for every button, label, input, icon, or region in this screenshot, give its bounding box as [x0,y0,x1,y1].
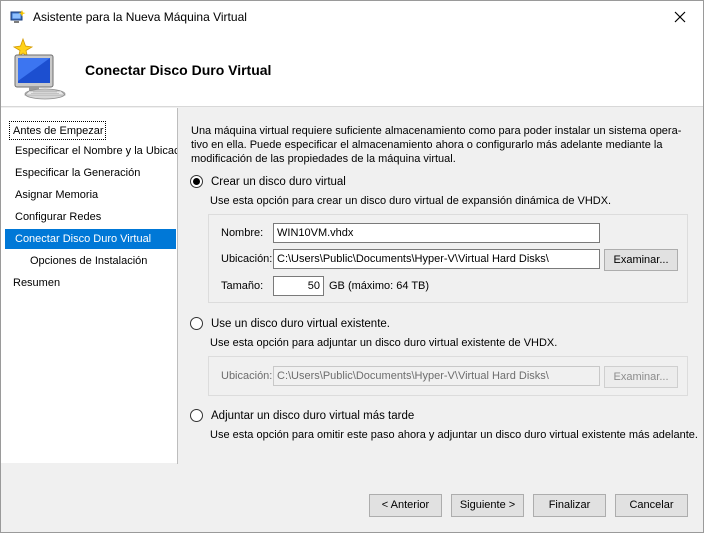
size-input[interactable]: 50 [273,276,324,296]
wizard-window: Asistente para la Nueva Máquina Virtual … [0,0,704,533]
nav-item-configurar-redes[interactable]: Configurar Redes [5,207,176,227]
nav-item-opciones-instalacion[interactable]: Opciones de Instalación [5,251,176,271]
location-input[interactable]: C:\Users\Public\Documents\Hyper-V\Virtua… [273,249,600,269]
option-create-description: Use esta opción para crear un disco duro… [210,195,612,207]
radio-existing-disk[interactable] [190,317,203,330]
nav-item-especificar-nombre[interactable]: Especificar el Nombre y la Ubicación [5,141,194,161]
option-later-label[interactable]: Adjuntar un disco duro virtual más tarde [211,410,414,422]
existing-location-label: Ubicación: [221,370,273,382]
existing-browse-button[interactable]: Examinar... [604,366,678,388]
nav-item-conectar-disco[interactable]: Conectar Disco Duro Virtual [5,229,176,249]
browse-button[interactable]: Examinar... [604,249,678,271]
location-label: Ubicación: [221,253,273,265]
option-existing-label[interactable]: Use un disco duro virtual existente. [211,318,390,330]
intro-line: tivo en ella. Puede especificar el almac… [191,139,663,151]
option-later-description: Use esta opción para omitir este paso ah… [210,429,698,441]
intro-line: Una máquina virtual requiere suficiente … [191,125,682,137]
title-bar: Asistente para la Nueva Máquina Virtual [1,1,703,32]
previous-button[interactable]: < Anterior [369,494,442,517]
finish-button[interactable]: Finalizar [533,494,606,517]
window-title: Asistente para la Nueva Máquina Virtual [33,10,247,24]
option-later-row[interactable]: Adjuntar un disco duro virtual más tarde [190,409,414,422]
intro-line: modificación de las propiedades de la má… [191,153,456,165]
option-create-row[interactable]: Crear un disco duro virtual [190,175,346,188]
existing-disk-group: Ubicación: C:\Users\Public\Documents\Hyp… [208,356,688,396]
page-title: Conectar Disco Duro Virtual [85,62,272,78]
wizard-header: Conectar Disco Duro Virtual [1,32,703,107]
wizard-step-list: Antes de Empezar Especificar el Nombre y… [1,108,194,463]
content-pane: Una máquina virtual requiere suficiente … [178,108,702,464]
radio-create-disk[interactable] [190,175,203,188]
next-button[interactable]: Siguiente > [451,494,524,517]
close-icon[interactable] [657,1,703,32]
radio-attach-later[interactable] [190,409,203,422]
hyper-v-app-icon [10,9,26,25]
option-existing-row[interactable]: Use un disco duro virtual existente. [190,317,390,330]
option-existing-description: Use esta opción para adjuntar un disco d… [210,337,558,349]
existing-location-input[interactable]: C:\Users\Public\Documents\Hyper-V\Virtua… [273,366,600,386]
option-create-label[interactable]: Crear un disco duro virtual [211,176,346,188]
nav-item-especificar-generacion[interactable]: Especificar la Generación [5,163,176,183]
intro-text: Una máquina virtual requiere suficiente … [191,124,691,166]
create-disk-group: Nombre: WIN10VM.vhdx Ubicación: C:\Users… [208,214,688,303]
new-vm-wizard-icon [9,37,69,101]
name-input[interactable]: WIN10VM.vhdx [273,223,600,243]
name-label: Nombre: [221,227,264,239]
nav-item-antes-de-empezar[interactable]: Antes de Empezar [9,121,106,140]
nav-item-resumen[interactable]: Resumen [5,273,176,293]
nav-item-asignar-memoria[interactable]: Asignar Memoria [5,185,176,205]
cancel-button[interactable]: Cancelar [615,494,688,517]
size-label: Tamaño: [221,280,264,292]
size-suffix: GB (máximo: 64 TB) [329,280,430,292]
